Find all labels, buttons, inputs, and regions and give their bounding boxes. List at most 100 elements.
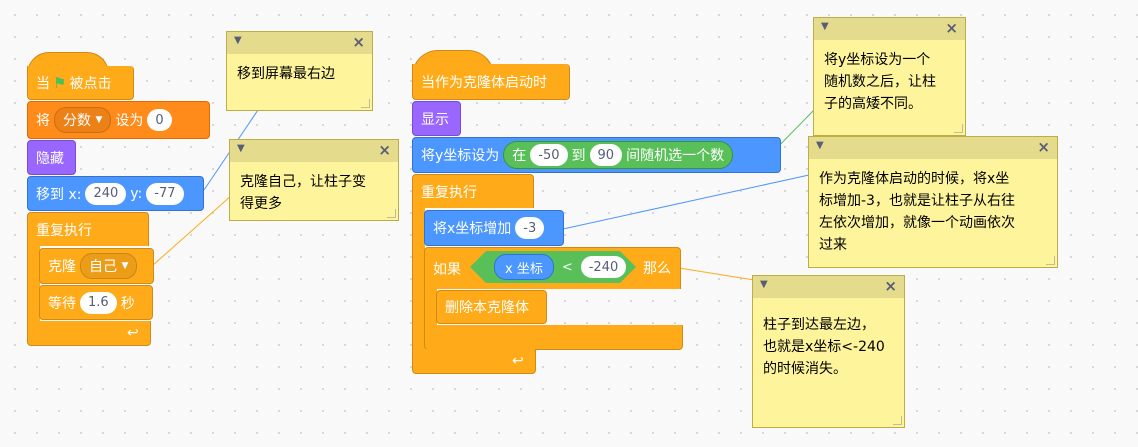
wait-block[interactable]: 等待 1.6 秒 (39, 285, 153, 320)
show-label: 显示 (421, 111, 449, 128)
show-block[interactable]: 显示 (412, 101, 461, 136)
note-header[interactable]: ▼ × (753, 276, 904, 298)
hide-label: 隐藏 (36, 150, 64, 167)
hide-block[interactable]: 隐藏 (27, 140, 76, 175)
set-label: 将 (36, 113, 50, 129)
delete-clone-block[interactable]: 删除本克隆体 (436, 290, 547, 324)
forever-label: 重复执行 (36, 222, 92, 239)
note-line: 的时候消失。 (763, 361, 847, 377)
note-header[interactable]: ▼ × (230, 140, 398, 162)
clone-start-label: 当作为克隆体启动时 (421, 74, 547, 91)
note-text[interactable]: 克隆自己，让柱子变 得更多 (230, 162, 398, 219)
close-icon[interactable]: × (945, 19, 958, 37)
connector-note4 (562, 174, 810, 230)
wait-label: 等待 (48, 295, 76, 312)
random-in-label: 在 (512, 148, 527, 164)
change-x-input[interactable]: -3 (515, 217, 545, 239)
resize-handle-icon[interactable] (387, 209, 396, 218)
note-header[interactable]: ▼ × (227, 32, 372, 54)
random-from-input[interactable]: -50 (530, 144, 568, 166)
note-header[interactable]: ▼ × (809, 137, 1057, 159)
clicked-label: 被点击 (69, 75, 112, 92)
connector-note5 (678, 267, 755, 281)
chevron-down-icon[interactable]: ▼ (760, 279, 768, 290)
forever-block[interactable]: 重复执行 (27, 212, 149, 246)
note-line: 作为克隆体启动的时候，将x坐 (819, 171, 1010, 187)
variable-dropdown[interactable]: 分数 ▼ (54, 107, 112, 133)
if-bottom (424, 325, 683, 350)
compare-value-input[interactable]: -240 (581, 256, 627, 278)
dropdown-arrow-icon: ▼ (121, 261, 129, 271)
variable-name: 分数 (63, 113, 91, 129)
goto-y-input[interactable]: -77 (146, 182, 184, 205)
comment-note-2[interactable]: ▼ × 克隆自己，让柱子变 得更多 (229, 139, 399, 221)
chevron-down-icon[interactable]: ▼ (816, 140, 824, 151)
set-y-block[interactable]: 将y坐标设为 在 -50 到 90 间随机选一个数 (412, 137, 781, 173)
note-line: 子的高矮不同。 (824, 96, 922, 112)
note-line: 将y坐标设为一个 (824, 52, 931, 68)
resize-handle-icon[interactable] (893, 416, 902, 425)
set-to-label: 设为 (115, 113, 144, 129)
close-icon[interactable]: × (1037, 138, 1050, 156)
note-line: 得更多 (240, 196, 282, 212)
loop-arrow-icon: ↩ (127, 325, 139, 341)
less-than-label: < (561, 259, 573, 275)
note-text[interactable]: 将y坐标设为一个 随机数之后，让柱 子的高矮不同。 (814, 40, 965, 115)
note-line: 过来 (819, 237, 847, 253)
pick-random-block[interactable]: 在 -50 到 90 间随机选一个数 (503, 141, 734, 169)
set-value-input[interactable]: 0 (147, 109, 172, 131)
close-icon[interactable]: × (884, 277, 897, 295)
then-label: 那么 (643, 261, 671, 277)
when-clone-starts-block[interactable]: 当作为克隆体启动时 (412, 64, 570, 100)
clone-target-dropdown[interactable]: 自己 ▼ (80, 253, 138, 279)
note-line: 标增加-3，也就是让柱子从右往 (819, 193, 1015, 209)
clone-label: 克隆 (48, 259, 76, 275)
change-x-block[interactable]: 将x坐标增加 -3 (424, 210, 564, 246)
chevron-down-icon[interactable]: ▼ (237, 143, 245, 154)
note-header[interactable]: ▼ × (814, 18, 965, 40)
close-icon[interactable]: × (378, 141, 391, 159)
x-position-reporter[interactable]: x 坐标 (494, 254, 554, 280)
goto-label: 移到 x: (36, 186, 82, 203)
forever-label-2: 重复执行 (421, 184, 477, 201)
resize-handle-icon[interactable] (361, 99, 370, 108)
comment-note-3[interactable]: ▼ × 将y坐标设为一个 随机数之后，让柱 子的高矮不同。 (813, 17, 966, 136)
chevron-down-icon[interactable]: ▼ (234, 35, 242, 46)
random-suffix-label: 间随机选一个数 (626, 148, 725, 164)
comment-note-4[interactable]: ▼ × 作为克隆体启动的时候，将x坐 标增加-3，也就是让柱子从右往 左依次增加… (808, 136, 1058, 268)
resize-handle-icon[interactable] (1046, 256, 1055, 265)
delete-clone-label: 删除本克隆体 (445, 300, 529, 316)
random-to-label: 到 (571, 148, 586, 164)
note-text[interactable]: 作为克隆体启动的时候，将x坐 标增加-3，也就是让柱子从右往 左依次增加，就像一… (809, 159, 1057, 256)
random-to-input[interactable]: 90 (589, 144, 623, 166)
comment-note-5[interactable]: ▼ × 柱子到达最左边， 也就是x坐标<-240 的时候消失。 (752, 275, 905, 428)
note-text[interactable]: 柱子到达最左边， 也就是x坐标<-240 的时候消失。 (753, 298, 904, 380)
goto-xy-block[interactable]: 移到 x: 240 y: -77 (27, 176, 204, 211)
create-clone-block[interactable]: 克隆 自己 ▼ (39, 248, 154, 284)
note-text[interactable]: 移到屏幕最右边 (227, 54, 372, 85)
goto-y-label: y: (130, 185, 143, 202)
wait-value-input[interactable]: 1.6 (80, 291, 117, 314)
note-line: 柱子到达最左边， (763, 317, 875, 333)
chevron-down-icon[interactable]: ▼ (821, 21, 829, 32)
green-flag-icon: ⚑ (53, 73, 67, 92)
note-line: 移到屏幕最右边 (237, 66, 335, 82)
forever-block-2[interactable]: 重复执行 (412, 174, 534, 208)
close-icon[interactable]: × (352, 33, 365, 51)
when-flag-clicked-block[interactable]: 当 ⚑ 被点击 (27, 66, 134, 100)
note-line: 左依次增加，就像一个动画依次 (819, 215, 1015, 231)
dropdown-arrow-icon: ▼ (95, 115, 103, 125)
resize-handle-icon[interactable] (954, 124, 963, 133)
set-y-label: 将y坐标设为 (421, 148, 500, 164)
goto-x-input[interactable]: 240 (85, 182, 127, 205)
note-line: 也就是x坐标<-240 (763, 339, 885, 355)
less-than-block[interactable]: x 坐标 < -240 (470, 251, 636, 283)
set-variable-block[interactable]: 将 分数 ▼ 设为 0 (27, 101, 210, 139)
if-label: 如果 (433, 261, 461, 278)
wait-unit: 秒 (120, 295, 135, 312)
note-line: 随机数之后，让柱 (824, 74, 936, 90)
comment-note-1[interactable]: ▼ × 移到屏幕最右边 (226, 31, 373, 111)
change-x-label: 将x坐标增加 (433, 221, 512, 237)
clone-target: 自己 (89, 259, 117, 275)
loop-arrow-icon: ↩ (512, 353, 524, 369)
